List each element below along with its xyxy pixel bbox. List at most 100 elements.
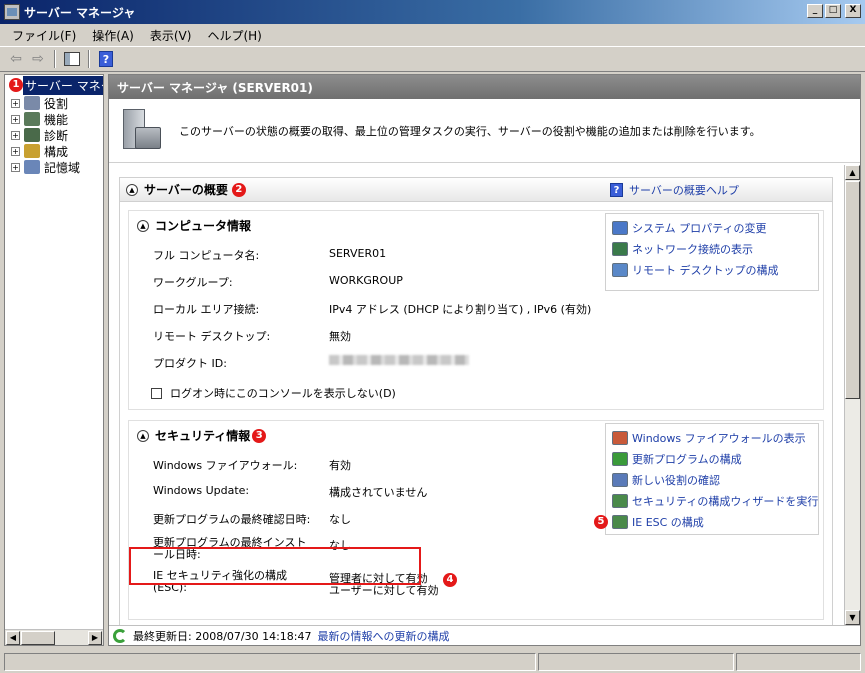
tree-item-configuration[interactable]: + 構成 — [11, 143, 68, 159]
status-pane — [538, 652, 734, 671]
collapse-icon[interactable]: ▲ — [137, 219, 149, 232]
menu-action[interactable]: 操作(A) — [86, 25, 140, 46]
hide-console-checkbox[interactable] — [151, 387, 162, 399]
security-info-tasks: Windows ファイアウォールの表示 更新プログラムの構成 新しい役割の確認 … — [594, 423, 819, 535]
security-info-header: ▲ セキュリティ情報 3 — [137, 427, 267, 444]
callout-badge-5: 5 — [594, 515, 608, 529]
expand-icon[interactable]: + — [11, 162, 20, 172]
task-label: 新しい役割の確認 — [632, 474, 720, 487]
task-view-windows-firewall[interactable]: Windows ファイアウォールの表示 — [612, 430, 806, 446]
field-label: プロダクト ID: — [153, 357, 227, 370]
tree-item-label: 役割 — [44, 96, 69, 111]
status-pane — [736, 652, 861, 671]
intro-text: このサーバーの状態の概要の取得、最上位の管理タスクの実行、サーバーの役割や機能の… — [179, 124, 761, 138]
tree-item-features[interactable]: + 機能 — [11, 111, 68, 127]
minimize-button[interactable]: _ — [807, 4, 823, 18]
forward-arrow-icon[interactable]: ⇨ — [28, 49, 48, 69]
tree-item-roles[interactable]: + 役割 — [11, 95, 68, 111]
refresh-status-bar: 最終更新日: 2008/07/30 14:18:47 最新の情報への更新の構成 — [109, 625, 860, 645]
help-button[interactable]: ? — [96, 49, 116, 69]
callout-badge-2: 2 — [231, 182, 246, 197]
expand-icon[interactable]: + — [11, 114, 20, 124]
task-change-system-properties[interactable]: システム プロパティの変更 — [612, 220, 767, 236]
console-tree-icon — [64, 52, 80, 66]
server-manager-icon — [4, 4, 20, 20]
task-label: 更新プログラムの構成 — [632, 453, 742, 466]
scroll-up-icon[interactable]: ▲ — [845, 165, 860, 180]
task-view-network-connections[interactable]: ネットワーク接続の表示 — [612, 241, 753, 257]
hide-console-label: ログオン時にこのコンソールを表示しない(D) — [170, 387, 396, 400]
close-button[interactable]: X — [845, 4, 861, 18]
scroll-down-icon[interactable]: ▼ — [845, 610, 860, 625]
hide-console-checkbox-row[interactable]: ログオン時にこのコンソールを表示しない(D) — [151, 385, 396, 401]
details-pane: サーバー マネージャ (SERVER01) このサーバーの状態の概要の取得、最上… — [108, 74, 861, 646]
configure-refresh-link[interactable]: 最新の情報への更新の構成 — [318, 628, 450, 644]
toolbar: ⇦ ⇨ ? — [0, 46, 865, 72]
firewall-icon — [612, 431, 628, 445]
security-info-section: ▲ セキュリティ情報 3 Windows ファイアウォール: 有効 Window… — [128, 420, 824, 620]
tree-item-diagnostics[interactable]: + 診断 — [11, 127, 68, 143]
local-area-connection-value[interactable]: IPv4 アドレス (DHCP により割り当て) , IPv6 (有効) — [329, 301, 591, 317]
menu-view[interactable]: 表示(V) — [144, 25, 198, 46]
show-hide-console-tree-button[interactable] — [62, 49, 82, 69]
collapse-icon[interactable]: ▲ — [126, 183, 138, 196]
security-info-title: セキュリティ情報 — [155, 429, 251, 443]
task-check-new-roles[interactable]: 新しい役割の確認 — [612, 472, 720, 488]
tree-item-label: 記憶域 — [44, 160, 81, 175]
scroll-left-icon[interactable]: ◀ — [6, 631, 20, 645]
expand-icon[interactable]: + — [11, 98, 20, 108]
task-run-security-configuration-wizard[interactable]: セキュリティの構成ウィザードを実行 — [612, 493, 818, 509]
details-scroll-area: ▲ サーバーの概要 2 ? サーバーの概要ヘルプ ▲ コンピュータ情報 フル コ… — [109, 163, 844, 625]
toolbar-separator — [88, 50, 90, 68]
back-arrow-icon[interactable]: ⇦ — [6, 49, 26, 69]
menu-help[interactable]: ヘルプ(H) — [201, 25, 267, 46]
tree-horizontal-scrollbar[interactable]: ◀ ▶ — [5, 629, 103, 645]
callout-badge-1: 1 — [9, 78, 23, 92]
computer-info-section: ▲ コンピュータ情報 フル コンピュータ名: SERVER01 ワークグループ:… — [128, 210, 824, 410]
security-wizard-icon — [612, 494, 628, 508]
field-label: フル コンピュータ名: — [153, 249, 260, 262]
task-configure-ie-esc[interactable]: 5 IE ESC の構成 — [594, 514, 704, 530]
tree-item-storage[interactable]: + 記憶域 — [11, 159, 80, 175]
tree-item-label: 構成 — [44, 144, 69, 159]
collapse-icon[interactable]: ▲ — [137, 429, 149, 442]
field-label: ワークグループ: — [153, 276, 233, 289]
remote-desktop-icon — [612, 263, 628, 277]
workgroup-value: WORKGROUP — [329, 274, 403, 287]
scroll-thumb[interactable] — [21, 631, 55, 645]
remote-desktop-value: 無効 — [329, 330, 351, 343]
task-label: システム プロパティの変更 — [632, 222, 767, 235]
field-label: Windows Update: — [153, 484, 250, 497]
field-label: ローカル エリア接続: — [153, 303, 260, 316]
pane-header: サーバー マネージャ (SERVER01) — [109, 75, 860, 99]
features-icon — [24, 112, 40, 126]
field-label: リモート デスクトップ: — [153, 330, 271, 343]
task-configure-remote-desktop[interactable]: リモート デスクトップの構成 — [612, 262, 779, 278]
scroll-thumb[interactable] — [845, 181, 860, 399]
expand-icon[interactable]: + — [11, 146, 20, 156]
system-properties-icon — [612, 221, 628, 235]
task-configure-updates[interactable]: 更新プログラムの構成 — [612, 451, 742, 467]
menu-bar: ファイル(F) 操作(A) 表示(V) ヘルプ(H) — [0, 24, 865, 46]
task-label: ネットワーク接続の表示 — [632, 243, 753, 256]
ie-esc-icon — [612, 515, 628, 529]
maximize-button[interactable]: □ — [825, 4, 841, 18]
menu-file[interactable]: ファイル(F) — [6, 25, 82, 46]
product-id-value — [329, 355, 469, 368]
server-summary-help-link[interactable]: ? サーバーの概要ヘルプ — [610, 182, 739, 198]
scroll-right-icon[interactable]: ▶ — [88, 631, 102, 645]
expand-icon[interactable]: + — [11, 130, 20, 140]
task-label: リモート デスクトップの構成 — [632, 264, 779, 277]
details-vertical-scrollbar[interactable]: ▲ ▼ — [844, 165, 860, 625]
computer-info-header: ▲ コンピュータ情報 — [137, 217, 251, 234]
tree-item-label: 診断 — [44, 128, 69, 143]
field-label: Windows ファイアウォール: — [153, 459, 298, 472]
window-controls: _ □ X — [807, 4, 861, 18]
new-roles-icon — [612, 473, 628, 487]
refresh-icon[interactable] — [113, 628, 127, 643]
server-toolbox-icon — [123, 108, 163, 153]
last-updated-text: 最終更新日: 2008/07/30 14:18:47 — [133, 629, 312, 643]
product-id-blurred — [329, 355, 469, 365]
tree-item-server-manager[interactable]: 1 サーバー マネー — [9, 75, 103, 95]
diagnostics-icon — [24, 128, 40, 142]
